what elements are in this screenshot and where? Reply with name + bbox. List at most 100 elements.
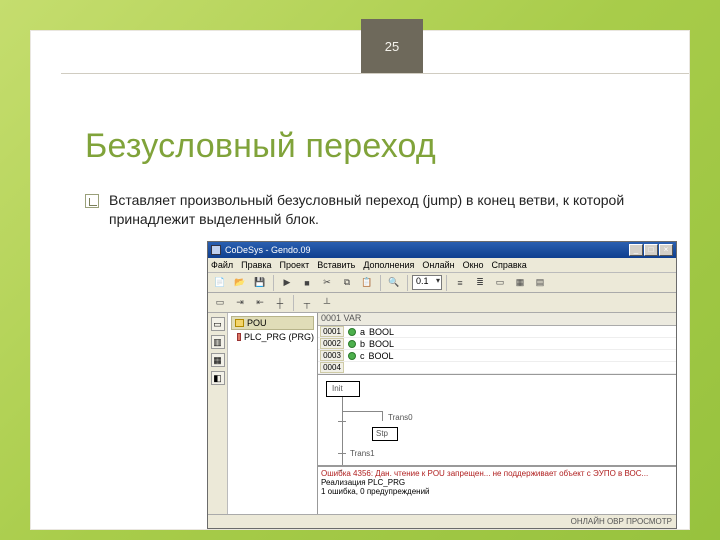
- sfc-diagram[interactable]: Init Trans0 Stp Trans1 →: [318, 375, 676, 466]
- var-type: BOOL: [369, 351, 394, 361]
- var-name: b: [360, 339, 365, 349]
- folder-icon: [235, 319, 244, 327]
- separator: [293, 295, 294, 311]
- tree-root[interactable]: POU: [231, 316, 314, 330]
- menu-window[interactable]: Окно: [463, 260, 484, 270]
- var-status-icon: [348, 340, 356, 348]
- menu-edit[interactable]: Правка: [241, 260, 271, 270]
- sfc-icon[interactable]: ⇤: [251, 295, 269, 311]
- slide-card: 25 Безусловный переход Вставляет произво…: [30, 30, 690, 530]
- bullet-text: Вставляет произвольный безусловный перех…: [109, 191, 649, 229]
- save-icon[interactable]: 💾: [251, 275, 269, 291]
- sfc-step-label: Stp: [376, 429, 388, 438]
- sfc-wire: [342, 453, 343, 465]
- separator: [407, 275, 408, 291]
- var-name: a: [360, 327, 365, 337]
- window-controls: _ □ ×: [629, 244, 673, 256]
- project-tree[interactable]: POU PLC_PRG (PRG): [228, 313, 318, 514]
- tree-item-plc-prg[interactable]: PLC_PRG (PRG): [231, 332, 314, 342]
- sfc-wire: [382, 411, 383, 421]
- tool-icon[interactable]: ≣: [471, 275, 489, 291]
- separator: [273, 275, 274, 291]
- window-title: CoDeSys - Gendo.09: [225, 245, 311, 255]
- run-icon[interactable]: ▶: [278, 275, 296, 291]
- var-id: 0001: [320, 326, 344, 337]
- find-icon[interactable]: 🔍: [385, 275, 403, 291]
- app-icon: [211, 245, 221, 255]
- gutter-icon[interactable]: ▭: [211, 317, 225, 331]
- var-id: 0004: [320, 362, 344, 373]
- page-number: 25: [385, 39, 399, 54]
- header-rule: [61, 73, 689, 74]
- app-body: ▭ ▥ ▦ ◧ POU PLC_PRG (PRG) 0001 VAR: [208, 313, 676, 514]
- sfc-icon[interactable]: ┼: [271, 295, 289, 311]
- var-row[interactable]: 0002 b BOOL: [318, 338, 676, 350]
- menu-help[interactable]: Справка: [492, 260, 527, 270]
- tree-item-label: PLC_PRG (PRG): [244, 332, 314, 342]
- sfc-icon[interactable]: ┬: [298, 295, 316, 311]
- console-summary-line: 1 ошибка, 0 предупреждений: [321, 487, 673, 496]
- editor-area: 0001 VAR 0001 a BOOL 0002 b BOOL: [318, 313, 676, 514]
- var-row[interactable]: 0001 a BOOL: [318, 326, 676, 338]
- menubar: Файл Правка Проект Вставить Дополнения О…: [208, 258, 676, 273]
- tree-root-label: POU: [247, 318, 267, 328]
- new-file-icon[interactable]: 📄: [211, 275, 229, 291]
- stop-icon[interactable]: ■: [298, 275, 316, 291]
- paste-icon[interactable]: 📋: [358, 275, 376, 291]
- sfc-wire: [342, 421, 343, 435]
- var-row[interactable]: 0003 c BOOL: [318, 350, 676, 362]
- tool-icon[interactable]: ▤: [531, 275, 549, 291]
- sfc-icon[interactable]: ┴: [318, 295, 336, 311]
- gutter-icon[interactable]: ▥: [211, 335, 225, 349]
- bullet-marker-icon: [85, 194, 99, 208]
- separator: [446, 275, 447, 291]
- tool-icon[interactable]: ≡: [451, 275, 469, 291]
- menu-extras[interactable]: Дополнения: [363, 260, 414, 270]
- menu-file[interactable]: Файл: [211, 260, 233, 270]
- gutter-icon[interactable]: ◧: [211, 371, 225, 385]
- var-list[interactable]: 0001 a BOOL 0002 b BOOL 0003 c: [318, 326, 676, 375]
- menu-project[interactable]: Проект: [280, 260, 310, 270]
- var-type: BOOL: [369, 327, 394, 337]
- tool-icon[interactable]: ▦: [511, 275, 529, 291]
- status-text: ОНЛАЙН OВР ПРОСМОТР: [571, 517, 672, 526]
- sfc-wire: [342, 435, 343, 453]
- sfc-wire: [342, 397, 343, 411]
- var-name: c: [360, 351, 365, 361]
- menu-insert[interactable]: Вставить: [317, 260, 355, 270]
- zoom-value: 0.1: [416, 276, 429, 286]
- var-type: BOOL: [369, 339, 394, 349]
- toolbar-1: 📄 📂 💾 ▶ ■ ✂ ⧉ 📋 🔍 0.1 ≡ ≣ ▭ ▦ ▤: [208, 273, 676, 293]
- var-status-icon: [348, 352, 356, 360]
- sfc-wire: [342, 411, 382, 412]
- copy-icon[interactable]: ⧉: [338, 275, 356, 291]
- sfc-trans0-label: Trans0: [388, 413, 413, 422]
- zoom-combo[interactable]: 0.1: [412, 275, 442, 290]
- maximize-button[interactable]: □: [644, 244, 658, 256]
- slide-title: Безусловный переход: [85, 127, 436, 166]
- console-line: Реализация PLC_PRG: [321, 478, 673, 487]
- cut-icon[interactable]: ✂: [318, 275, 336, 291]
- console-error-line: Ошибка 4356: Дан. чтение к POU запрещен.…: [321, 469, 673, 478]
- sfc-wire: [342, 411, 343, 421]
- message-console[interactable]: Ошибка 4356: Дан. чтение к POU запрещен.…: [318, 466, 676, 514]
- sfc-icon[interactable]: ▭: [211, 295, 229, 311]
- var-id: 0003: [320, 350, 344, 361]
- open-icon[interactable]: 📂: [231, 275, 249, 291]
- minimize-button[interactable]: _: [629, 244, 643, 256]
- separator: [380, 275, 381, 291]
- menu-online[interactable]: Онлайн: [422, 260, 454, 270]
- var-header: 0001 VAR: [318, 313, 676, 326]
- sfc-trans1-label: Trans1: [350, 449, 375, 458]
- bullet-item: Вставляет произвольный безусловный перех…: [85, 191, 649, 229]
- sfc-icon[interactable]: ⇥: [231, 295, 249, 311]
- pou-icon: [237, 333, 241, 341]
- tool-icon[interactable]: ▭: [491, 275, 509, 291]
- var-row[interactable]: 0004: [318, 362, 676, 374]
- titlebar[interactable]: CoDeSys - Gendo.09 _ □ ×: [208, 242, 676, 258]
- left-gutter: ▭ ▥ ▦ ◧: [208, 313, 228, 514]
- app-window: CoDeSys - Gendo.09 _ □ × Файл Правка Про…: [207, 241, 677, 529]
- gutter-icon[interactable]: ▦: [211, 353, 225, 367]
- page-number-badge: 25: [361, 19, 423, 73]
- close-button[interactable]: ×: [659, 244, 673, 256]
